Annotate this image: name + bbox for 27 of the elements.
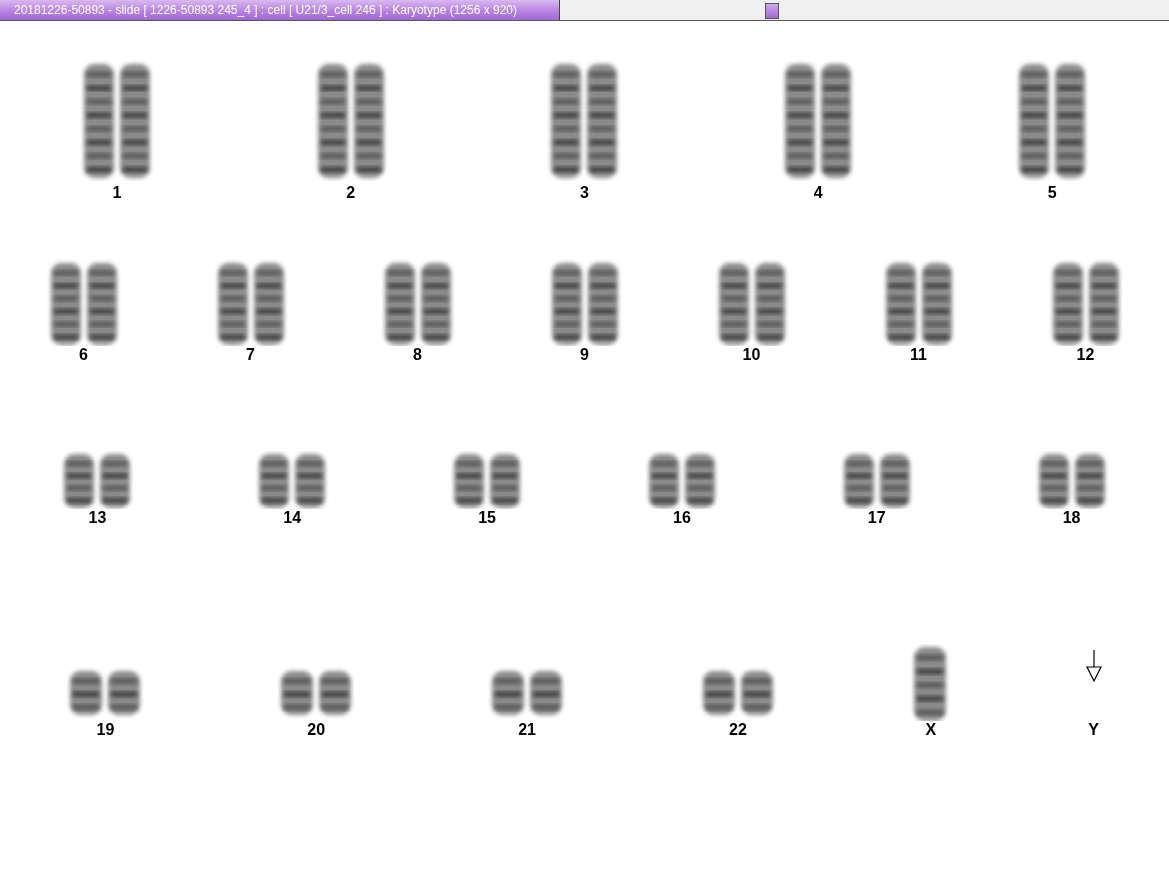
chromosome-label: 17 — [867, 509, 886, 527]
chromosome-label: 13 — [88, 509, 107, 527]
chromosome-label: 14 — [283, 509, 302, 527]
chromosome-label: 2 — [346, 184, 356, 202]
chromosome-label: 21 — [518, 721, 536, 739]
chromosome-label: 5 — [1047, 184, 1057, 202]
chromosome-label: 10 — [742, 346, 761, 364]
chromosome-label: 16 — [673, 509, 691, 527]
chromosome-label: 19 — [96, 721, 115, 739]
chromosome-label: 3 — [580, 184, 589, 202]
chromosome-label: 11 — [910, 346, 927, 364]
chromosome-label: X — [925, 721, 937, 739]
chromosome-label: 22 — [729, 721, 747, 739]
chromosome-label: 6 — [79, 346, 88, 364]
scroll-thumb[interactable] — [765, 3, 779, 19]
chromosome-label: 4 — [813, 184, 823, 202]
chromosome-label: 7 — [246, 346, 255, 364]
arrow-down-icon — [1084, 649, 1103, 683]
window-title: 20181226-50893 - slide [ 1226-50893 245_4 ] : cell [ U21/3_cell 246 ] : Karyotype (1256 x 920) — [0, 0, 560, 20]
chromosome-label: Y — [1088, 721, 1099, 739]
chromosome-label: 8 — [413, 346, 422, 364]
chromosome-label: 15 — [478, 509, 496, 527]
chromosome-label: 20 — [307, 721, 326, 739]
chromosome-label: 12 — [1076, 346, 1095, 364]
chromosome-label: 18 — [1062, 509, 1081, 527]
chromosome-label: 1 — [112, 184, 122, 202]
chromosome-label: 9 — [580, 346, 589, 364]
